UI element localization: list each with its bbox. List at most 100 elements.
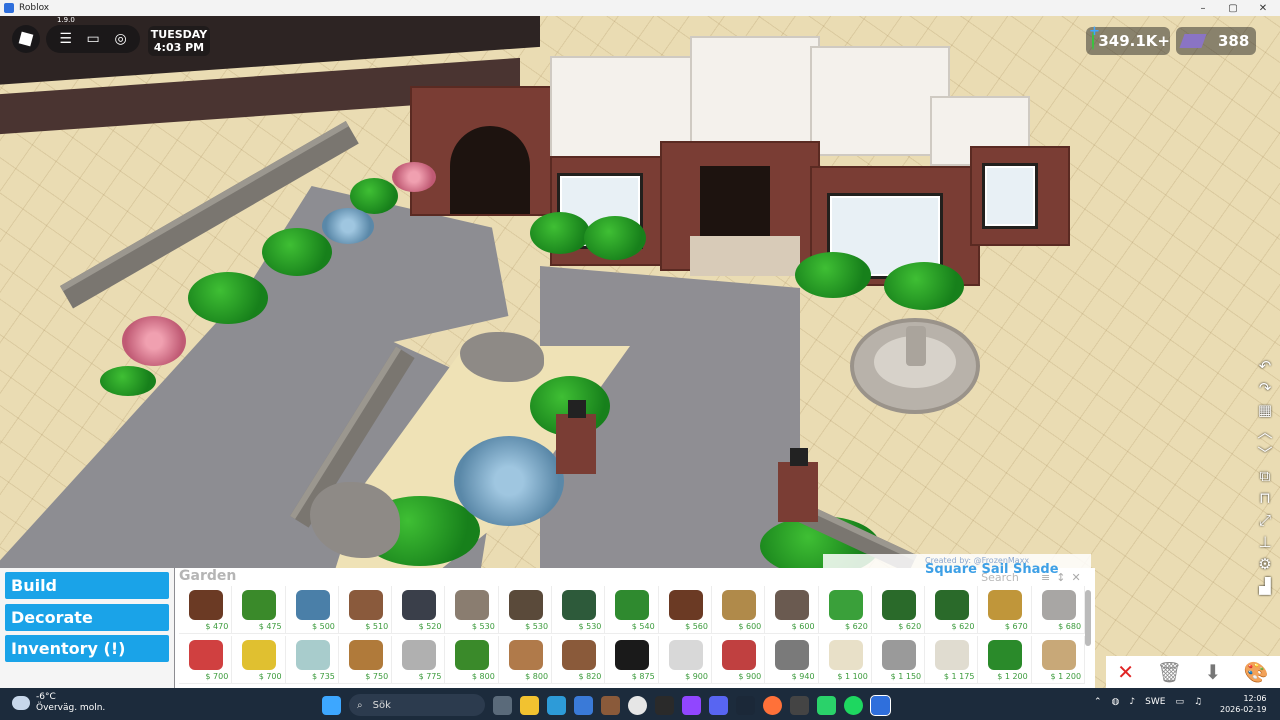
catalogue-item[interactable]: $ 800: [498, 636, 553, 684]
close-window-button[interactable]: ✕: [1248, 0, 1278, 16]
chevron-up-icon[interactable]: ︿: [1257, 424, 1272, 440]
catalogue-item[interactable]: $ 800: [445, 636, 499, 684]
language-indicator[interactable]: SWE: [1145, 697, 1165, 707]
catalogue-item[interactable]: $ 510: [338, 586, 393, 634]
task-view-icon[interactable]: [493, 695, 512, 715]
cloud-icon: [12, 696, 30, 710]
move-axis-icon[interactable]: ⊥: [1258, 534, 1271, 550]
catalogue-item[interactable]: $ 875: [605, 636, 659, 684]
mic-icon[interactable]: ♪: [1129, 697, 1135, 707]
catalogue-item[interactable]: $ 620: [925, 586, 979, 634]
catalogue-item[interactable]: $ 475: [232, 586, 286, 634]
order-icon[interactable]: ↕: [1056, 571, 1071, 584]
catalogue-item[interactable]: $ 680: [1031, 586, 1086, 634]
windows-start-icon[interactable]: [322, 695, 341, 715]
catalogue-item[interactable]: $ 620: [818, 586, 872, 634]
close-catalogue-icon[interactable]: ✕: [1071, 571, 1086, 584]
catalogue-item[interactable]: $ 530: [498, 586, 553, 634]
catalogue-item[interactable]: $ 470: [179, 586, 233, 634]
hud-menu-pill[interactable]: ☰ ▭ ◎: [46, 25, 140, 53]
mail-icon[interactable]: [574, 695, 593, 715]
grid-icon[interactable]: ▦: [1258, 402, 1272, 418]
chevron-down-icon[interactable]: ﹀: [1257, 446, 1272, 462]
chrome-icon[interactable]: [628, 695, 647, 715]
wall-tool-icon[interactable]: ⊓: [1259, 490, 1271, 506]
window-title: Roblox: [19, 3, 50, 13]
catalogue-scrollbar[interactable]: [1085, 590, 1091, 646]
tray-app-icon[interactable]: ◍: [1112, 697, 1120, 707]
steam-icon[interactable]: [736, 695, 755, 715]
catalogue-item[interactable]: $ 600: [765, 586, 819, 634]
sort-icon[interactable]: ≡: [1041, 571, 1056, 584]
item-thumbnail: [775, 640, 810, 670]
catalogue-item[interactable]: $ 530: [445, 586, 499, 634]
epic-games-icon[interactable]: [655, 695, 674, 715]
catalogue-item[interactable]: $ 775: [392, 636, 446, 684]
taskbar-search[interactable]: ⌕ Sök: [349, 694, 485, 716]
catalogue-item[interactable]: $ 1 150: [871, 636, 926, 684]
firefox-icon[interactable]: [763, 695, 782, 715]
minimize-button[interactable]: –: [1188, 0, 1218, 16]
catalogue-item[interactable]: $ 620: [871, 586, 926, 634]
maximize-button[interactable]: ▢: [1218, 0, 1248, 16]
spotify-icon[interactable]: [844, 695, 863, 715]
cancel-placement-icon[interactable]: ✕: [1117, 660, 1134, 684]
discord-icon[interactable]: [709, 695, 728, 715]
edge-icon[interactable]: [547, 695, 566, 715]
palette-icon[interactable]: 🎨: [1244, 660, 1269, 684]
item-thumbnail: [402, 590, 437, 620]
settings-icon[interactable]: ⚙: [1258, 556, 1271, 572]
catalogue-item[interactable]: $ 900: [711, 636, 766, 684]
headset-icon[interactable]: ◎: [114, 31, 126, 47]
obs-icon[interactable]: [790, 695, 809, 715]
redo-icon[interactable]: ↷: [1259, 380, 1272, 396]
catalogue-item[interactable]: $ 735: [285, 636, 339, 684]
twitch-icon[interactable]: [682, 695, 701, 715]
catalogue-item[interactable]: $ 1 200: [978, 636, 1032, 684]
catalogue-item[interactable]: $ 1 200: [1031, 636, 1086, 684]
catalogue-item[interactable]: $ 700: [232, 636, 286, 684]
catalogue-item[interactable]: $ 540: [605, 586, 659, 634]
monitor-icon[interactable]: ▭: [1175, 697, 1184, 707]
catalogue-item[interactable]: $ 750: [338, 636, 393, 684]
roblox-menu-button[interactable]: [12, 25, 40, 53]
window-titlebar: Roblox – ▢ ✕: [0, 0, 1280, 16]
catalogue-item[interactable]: $ 700: [179, 636, 233, 684]
hamburger-icon[interactable]: ☰: [59, 31, 72, 47]
inventory-tab-button[interactable]: Inventory (!): [5, 635, 169, 662]
money-display[interactable]: 349.1K+: [1086, 24, 1170, 55]
house[interactable]: [410, 36, 1080, 286]
catalogue-item[interactable]: $ 520: [392, 586, 446, 634]
bush: [100, 366, 156, 396]
build-tab-button[interactable]: Build: [5, 572, 169, 599]
app-icon[interactable]: [601, 695, 620, 715]
resize-icon[interactable]: ⤢: [1259, 512, 1271, 528]
stamp-icon[interactable]: ⬇: [1204, 660, 1221, 684]
catalogue-item[interactable]: $ 530: [552, 586, 606, 634]
system-clock[interactable]: 12:06 2026-02-19: [1220, 693, 1267, 715]
catalogue-search-input[interactable]: Search: [965, 571, 1035, 585]
catalogue-item[interactable]: $ 670: [978, 586, 1032, 634]
catalogue-item[interactable]: $ 600: [711, 586, 766, 634]
file-explorer-icon[interactable]: [520, 695, 539, 715]
stamp-tool-icon[interactable]: ▟: [1259, 578, 1271, 594]
copy-icon[interactable]: ⧉: [1260, 468, 1271, 484]
decorate-tab-button[interactable]: Decorate: [5, 604, 169, 631]
catalogue-item[interactable]: $ 500: [285, 586, 339, 634]
catalogue-item[interactable]: $ 940: [765, 636, 819, 684]
catalogue-item[interactable]: $ 820: [552, 636, 606, 684]
game-app-icon[interactable]: [817, 695, 836, 715]
tray-chevron-icon[interactable]: ⌃: [1094, 697, 1102, 707]
blockbux-display[interactable]: 388: [1176, 27, 1256, 55]
catalogue-item[interactable]: $ 1 175: [925, 636, 979, 684]
volume-icon[interactable]: ♫: [1194, 697, 1202, 707]
trash-icon[interactable]: 🗑: [1157, 660, 1182, 684]
fountain[interactable]: [850, 318, 980, 414]
weather-widget[interactable]: -6°C Överväg. moln.: [12, 692, 105, 714]
catalogue-item[interactable]: $ 900: [658, 636, 712, 684]
chat-icon[interactable]: ▭: [87, 31, 100, 47]
catalogue-item[interactable]: $ 560: [658, 586, 712, 634]
undo-icon[interactable]: ↶: [1259, 358, 1272, 374]
catalogue-item[interactable]: $ 1 100: [818, 636, 872, 684]
roblox-taskbar-icon[interactable]: [870, 694, 891, 716]
